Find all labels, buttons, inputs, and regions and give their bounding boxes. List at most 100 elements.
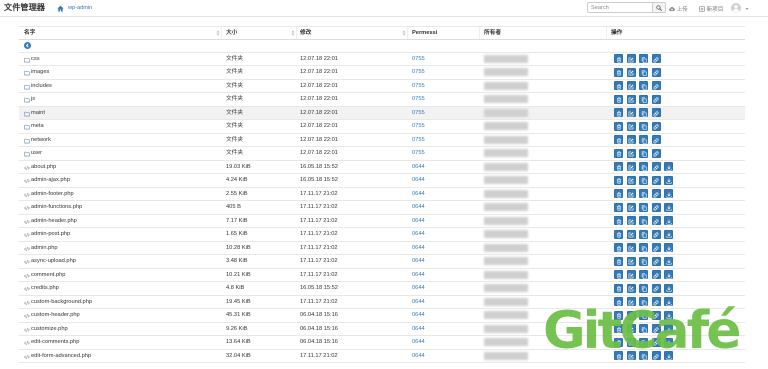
trash-button[interactable] [614, 94, 623, 104]
rename-button[interactable] [626, 162, 636, 172]
download-button[interactable] [664, 189, 673, 199]
search-input[interactable] [587, 2, 653, 13]
link-button[interactable] [651, 351, 661, 361]
download-button[interactable] [664, 351, 673, 361]
item-link[interactable]: async-upload.php [24, 255, 222, 268]
rename-button[interactable] [626, 121, 636, 131]
rename-button[interactable] [626, 283, 636, 293]
download-button[interactable] [664, 175, 673, 185]
item-link[interactable]: js [24, 93, 222, 106]
copy-button[interactable] [639, 297, 648, 307]
permission-link[interactable]: 0755 [412, 123, 425, 129]
rename-button[interactable] [626, 297, 636, 307]
permission-link[interactable]: 0644 [412, 285, 425, 291]
breadcrumb-path-link[interactable]: wp-admin [68, 4, 92, 13]
download-button[interactable] [664, 202, 673, 212]
rename-button[interactable] [626, 108, 636, 118]
link-button[interactable] [651, 229, 661, 239]
copy-button[interactable] [639, 270, 648, 280]
rename-button[interactable] [626, 351, 636, 361]
item-link[interactable]: images [24, 66, 222, 79]
item-link[interactable]: custom-header.php [24, 309, 222, 322]
permission-link[interactable]: 0644 [412, 258, 425, 264]
download-button[interactable] [664, 337, 673, 347]
trash-button[interactable] [614, 297, 623, 307]
permission-link[interactable]: 0755 [412, 110, 425, 116]
permission-link[interactable]: 0644 [412, 299, 425, 305]
item-link[interactable]: custom-background.php [24, 296, 222, 309]
trash-button[interactable] [614, 54, 623, 64]
permission-link[interactable]: 0755 [412, 150, 425, 156]
download-button[interactable] [664, 324, 673, 334]
trash-button[interactable] [614, 202, 623, 212]
rename-button[interactable] [626, 324, 636, 334]
link-button[interactable] [651, 216, 661, 226]
trash-button[interactable] [614, 283, 623, 293]
rename-button[interactable] [626, 189, 636, 199]
permission-link[interactable]: 0755 [412, 69, 425, 75]
permission-link[interactable]: 0644 [412, 245, 425, 251]
trash-button[interactable] [614, 337, 623, 347]
rename-button[interactable] [626, 135, 636, 145]
trash-button[interactable] [614, 351, 623, 361]
header-size[interactable]: 大小 [222, 27, 297, 39]
item-link[interactable]: customize.php [24, 323, 222, 336]
rename-button[interactable] [626, 337, 636, 347]
link-button[interactable] [651, 94, 661, 104]
back-button[interactable] [24, 42, 31, 50]
item-link[interactable]: admin-ajax.php [24, 174, 222, 187]
user-avatar-icon[interactable] [731, 3, 741, 13]
copy-button[interactable] [639, 256, 648, 266]
download-button[interactable] [664, 270, 673, 280]
new-item-link[interactable]: 新项目 [699, 4, 723, 13]
link-button[interactable] [651, 81, 661, 91]
rename-button[interactable] [626, 175, 636, 185]
copy-button[interactable] [639, 135, 648, 145]
trash-button[interactable] [614, 121, 623, 131]
item-link[interactable]: includes [24, 80, 222, 93]
link-button[interactable] [651, 202, 661, 212]
item-link[interactable]: comment.php [24, 269, 222, 282]
permission-link[interactable]: 0644 [412, 218, 425, 224]
download-button[interactable] [664, 229, 673, 239]
item-link[interactable]: admin-functions.php [24, 201, 222, 214]
link-button[interactable] [651, 310, 661, 320]
trash-button[interactable] [614, 81, 623, 91]
copy-button[interactable] [639, 202, 648, 212]
link-button[interactable] [651, 270, 661, 280]
rename-button[interactable] [626, 148, 636, 158]
item-link[interactable]: meta [24, 120, 222, 133]
item-link[interactable]: credits.php [24, 282, 222, 295]
permission-link[interactable]: 0644 [412, 231, 425, 237]
trash-button[interactable] [614, 216, 623, 226]
download-button[interactable] [664, 297, 673, 307]
download-button[interactable] [664, 283, 673, 293]
permission-link[interactable]: 0644 [412, 339, 425, 345]
link-button[interactable] [651, 54, 661, 64]
rename-button[interactable] [626, 54, 636, 64]
sort-icon[interactable] [291, 30, 295, 36]
copy-button[interactable] [639, 337, 648, 347]
copy-button[interactable] [639, 283, 648, 293]
item-link[interactable]: css [24, 53, 222, 66]
permission-link[interactable]: 0755 [412, 83, 425, 89]
link-button[interactable] [651, 148, 661, 158]
link-button[interactable] [651, 135, 661, 145]
trash-button[interactable] [614, 67, 623, 77]
item-link[interactable]: edit-comments.php [24, 336, 222, 349]
search-button[interactable] [653, 2, 666, 13]
link-button[interactable] [651, 175, 661, 185]
copy-button[interactable] [639, 175, 648, 185]
link-button[interactable] [651, 121, 661, 131]
copy-button[interactable] [639, 121, 648, 131]
item-link[interactable]: edit-form-advanced.php [24, 350, 222, 363]
link-button[interactable] [651, 337, 661, 347]
item-link[interactable]: maint [24, 107, 222, 120]
app-title[interactable]: 文件管理器 [4, 3, 45, 13]
download-button[interactable] [664, 162, 673, 172]
link-button[interactable] [651, 67, 661, 77]
permission-link[interactable]: 0755 [412, 56, 425, 62]
trash-button[interactable] [614, 270, 623, 280]
copy-button[interactable] [639, 324, 648, 334]
copy-button[interactable] [639, 148, 648, 158]
